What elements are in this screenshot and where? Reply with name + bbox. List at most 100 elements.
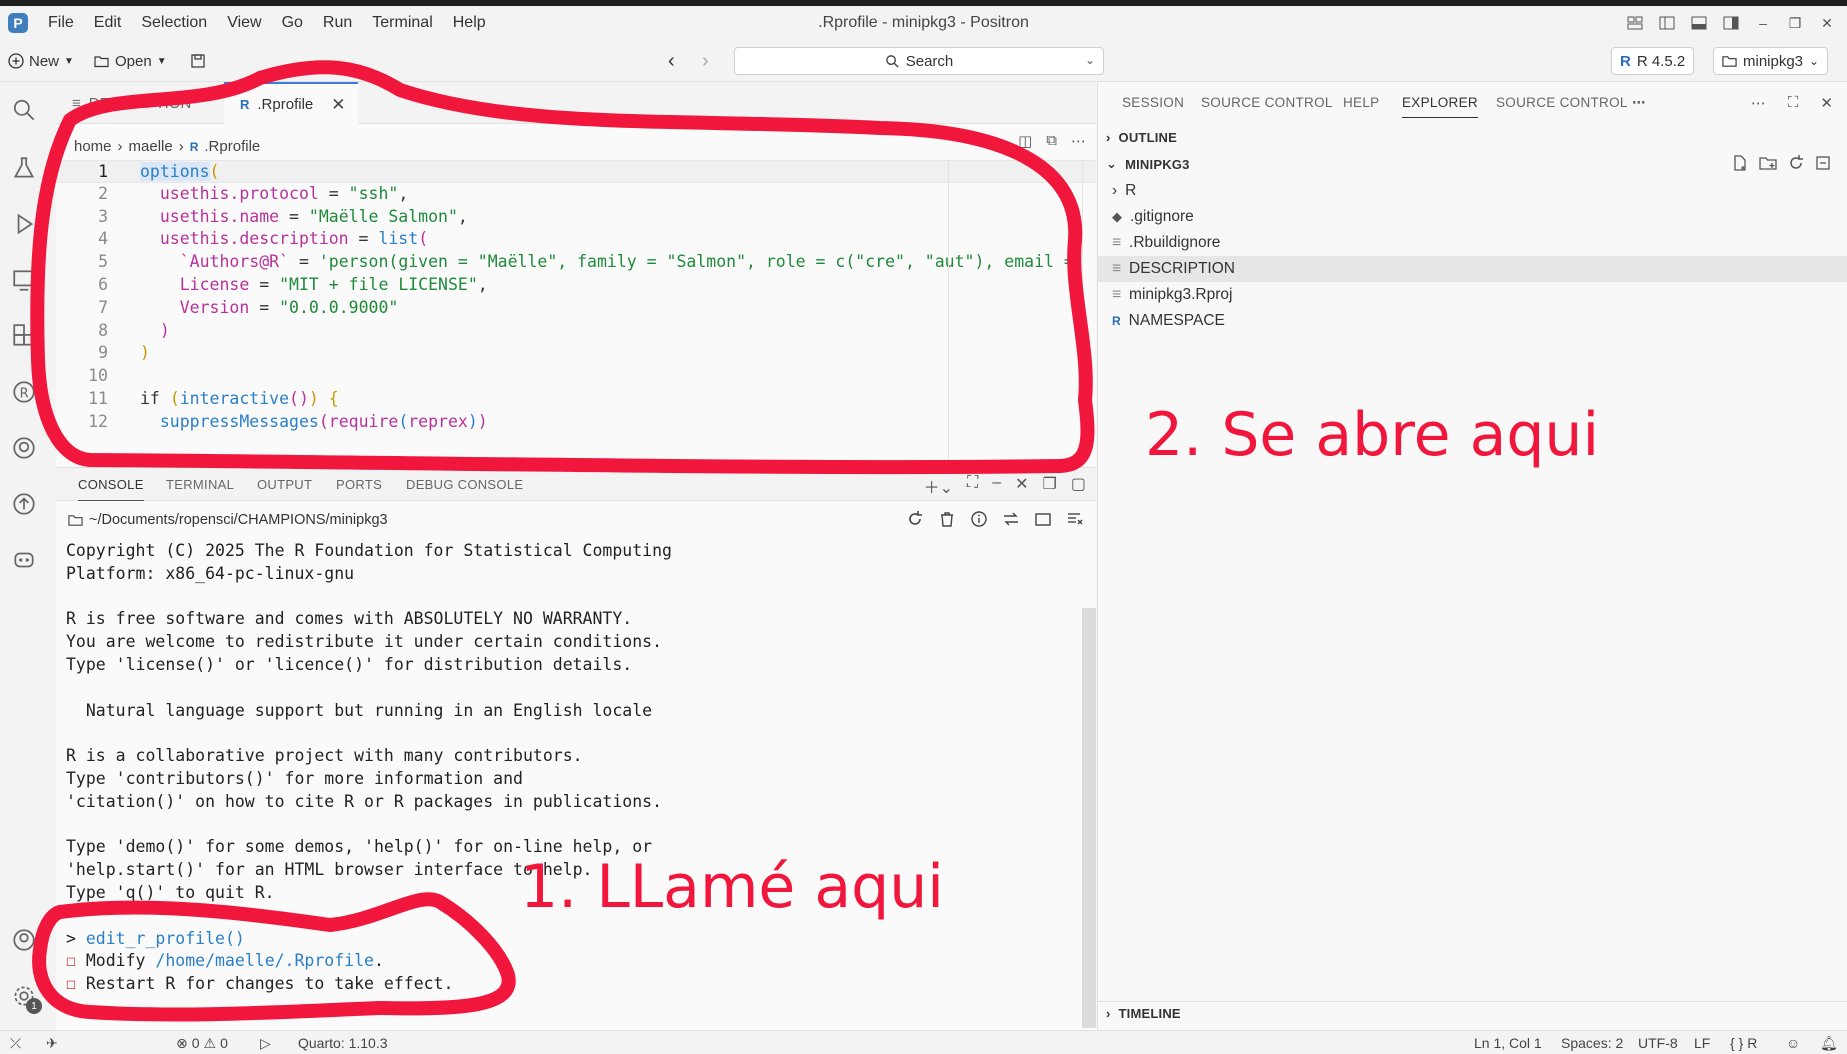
minimize-icon[interactable]: – [1753,14,1773,32]
run-debug-icon[interactable] [10,210,38,238]
tab-description[interactable]: ≡ DESCRIPTION [56,82,203,124]
trash-icon[interactable] [938,510,956,532]
search-icon[interactable] [10,96,38,124]
add-console-icon[interactable]: ＋⌄ [924,474,953,498]
tab-output[interactable]: OUTPUT [257,468,312,501]
menu-selection[interactable]: Selection [131,6,217,40]
tree-file-rproj[interactable]: ≡ minipkg3.Rproj [1098,282,1847,308]
github-icon[interactable] [10,434,38,462]
rprofile-link[interactable]: /home/maelle/.Rprofile [155,951,374,970]
close-sidebar-icon[interactable]: ✕ [1820,94,1833,112]
breadcrumb-maelle[interactable]: maelle [129,138,173,155]
close-tab-icon[interactable]: ✕ [331,95,345,115]
r-packages-icon[interactable]: R [10,378,38,406]
open-button[interactable]: Open ▼ [94,49,167,73]
tab-session[interactable]: SESSION [1122,82,1184,124]
code-editor[interactable]: 1 options( 2 usethis.protocol = "ssh", 3 … [56,160,1096,467]
tree-folder-r[interactable]: › R [1098,178,1847,204]
r-interpreter-button[interactable]: R R 4.5.2 [1611,47,1695,75]
customize-layout-icon[interactable] [1625,14,1645,32]
close-panel-icon[interactable]: ✕ [1015,474,1028,498]
maximize-icon[interactable]: ❐ [1785,14,1805,32]
language-mode[interactable]: { } R [1730,1031,1757,1054]
maximize-sidebar-icon[interactable]: ⛶ [1788,94,1799,112]
menu-help[interactable]: Help [443,6,496,40]
tab-console[interactable]: CONSOLE [78,468,144,501]
tab-debug-console[interactable]: DEBUG CONSOLE [406,468,523,501]
command-center-search[interactable]: Search ⌄ [734,47,1104,75]
tab-source-control-2[interactable]: SOURCE CONTROL [1496,82,1628,124]
copilot-icon[interactable] [10,546,38,574]
copilot-status-icon[interactable]: ☺ [1786,1031,1800,1054]
collapse-all-icon[interactable] [1815,154,1833,176]
tree-file-namespace[interactable]: R NAMESPACE [1098,308,1847,334]
menu-edit[interactable]: Edit [84,6,132,40]
console-output[interactable]: Copyright (C) 2025 The R Foundation for … [66,540,1066,1030]
menu-view[interactable]: View [217,6,271,40]
more-actions-icon[interactable]: ⋯ [1071,132,1086,150]
extension-status[interactable]: ✈ [46,1031,58,1054]
extensions-icon[interactable] [10,322,38,350]
tab-explorer[interactable]: EXPLORER [1402,82,1478,124]
new-button[interactable]: New ▼ [8,49,74,73]
panel-layout-icon[interactable]: ▢ [1071,474,1086,498]
notifications-bell-icon[interactable]: 🔔︎ [1820,1031,1838,1054]
tab-help[interactable]: HELP [1343,82,1379,124]
restart-icon[interactable] [906,510,924,532]
tree-file-rbuildignore[interactable]: ≡ .Rbuildignore [1098,230,1847,256]
switch-interpreter-icon[interactable] [1002,510,1020,532]
menu-terminal[interactable]: Terminal [362,6,442,40]
menu-file[interactable]: File [38,6,84,40]
toggle-secondary-sidebar-icon[interactable] [1721,14,1741,32]
save-button[interactable] [190,49,206,73]
publish-icon[interactable] [10,490,38,518]
breadcrumb-home[interactable]: home [74,138,112,155]
timeline-section-header[interactable]: › TIMELINE [1098,1001,1847,1025]
more-actions-icon[interactable]: ⋯ [1751,94,1766,112]
search-icon [885,54,899,68]
new-file-icon[interactable] [1731,154,1749,176]
overview-ruler[interactable] [1082,160,1096,467]
tab-ports[interactable]: PORTS [336,468,382,501]
console-input[interactable]: > [66,996,1066,1019]
new-folder-icon[interactable] [1759,154,1777,176]
breadcrumb-file[interactable]: .Rprofile [204,138,260,155]
more-tabs-icon[interactable]: ⋯ [1632,82,1646,124]
tab-rprofile[interactable]: R .Rprofile ✕ [224,82,358,125]
problems-indicator[interactable]: ⊗ 0 ⚠ 0 [176,1031,228,1054]
end-of-line[interactable]: LF [1694,1031,1710,1054]
indentation[interactable]: Spaces: 2 [1561,1031,1623,1054]
remote-explorer-icon[interactable] [10,266,38,294]
clear-console-icon[interactable] [1066,510,1084,532]
tree-file-description[interactable]: ≡ DESCRIPTION [1098,256,1847,282]
toggle-primary-sidebar-icon[interactable] [1657,14,1677,32]
outline-section-header[interactable]: › OUTLINE [1098,125,1847,149]
console-scrollbar[interactable] [1082,608,1096,1028]
encoding[interactable]: UTF-8 [1638,1031,1678,1054]
flask-icon[interactable] [10,154,38,182]
back-button[interactable]: ‹ [668,49,675,73]
split-editor-icon[interactable]: ◫ [1018,132,1032,150]
line-number: 5 [98,252,108,272]
project-button[interactable]: minipkg3 ⌄ [1713,47,1829,75]
quarto-version[interactable]: Quarto: 1.10.3 [298,1031,388,1054]
cursor-position[interactable]: Ln 1, Col 1 [1474,1031,1542,1054]
toggle-panel-icon[interactable] [1689,14,1709,32]
tab-source-control[interactable]: SOURCE CONTROL [1201,82,1333,124]
tab-terminal[interactable]: TERMINAL [166,468,234,501]
account-icon[interactable] [10,926,38,954]
run-indicator[interactable]: ▷ [260,1031,271,1054]
tree-file-gitignore[interactable]: ◆ .gitignore [1098,204,1847,230]
forward-button[interactable]: › [702,49,709,73]
open-in-editor-icon[interactable] [1034,510,1052,532]
maximize-panel-icon[interactable]: ⛶ [967,474,978,498]
info-icon[interactable] [970,510,988,532]
restore-panel-icon[interactable]: ❐ [1043,474,1057,498]
menu-run[interactable]: Run [313,6,362,40]
remote-indicator[interactable]: ⤫ [10,1031,21,1054]
menu-go[interactable]: Go [272,6,313,40]
open-external-icon[interactable]: ⧉ [1046,132,1057,150]
minimize-panel-icon[interactable]: – [992,474,1001,498]
close-window-icon[interactable]: ✕ [1817,14,1837,32]
refresh-icon[interactable] [1787,154,1805,176]
